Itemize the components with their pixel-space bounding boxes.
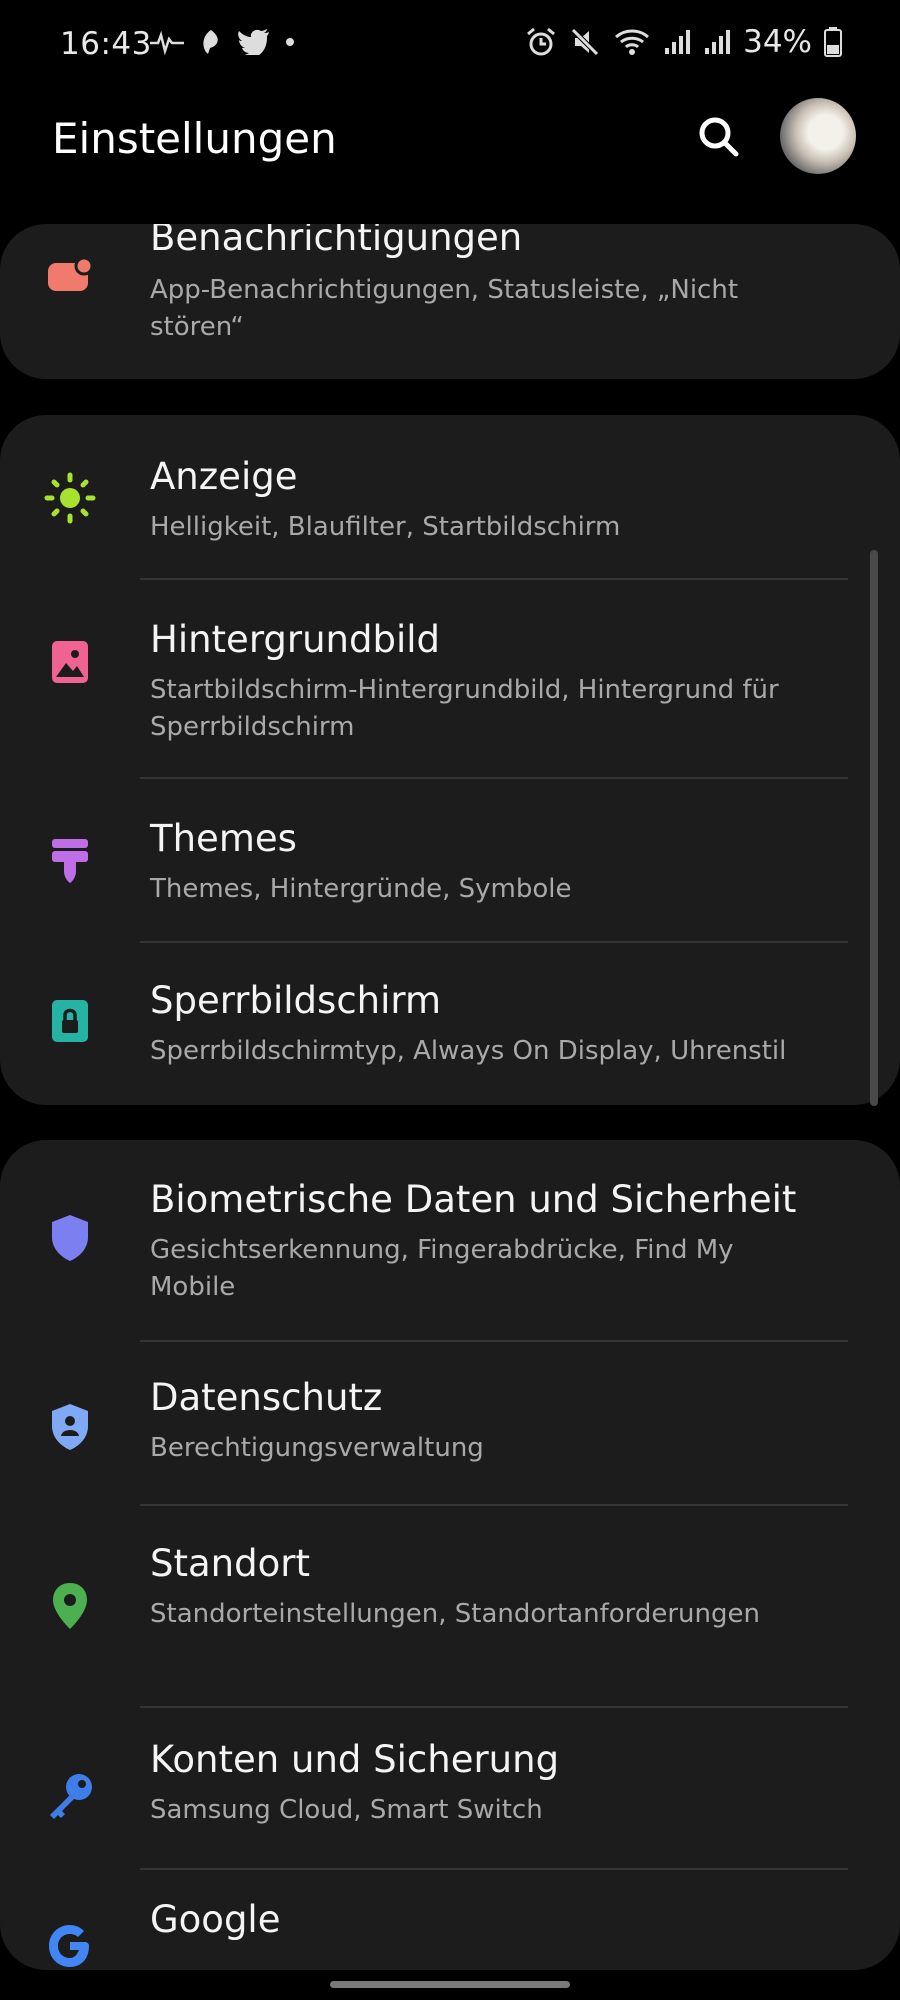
home-indicator[interactable]	[330, 1981, 570, 1988]
settings-item-title: Sperrbildschirm	[150, 979, 441, 1022]
privacy-shield-icon	[44, 1401, 96, 1453]
settings-item-title: Hintergrundbild	[150, 618, 441, 661]
sun-icon	[44, 472, 96, 524]
settings-item-subtitle: Sperrbildschirmtyp, Always On Display, U…	[150, 1036, 787, 1066]
pulse-icon	[150, 30, 184, 55]
signal-icon	[705, 30, 731, 54]
settings-item-subtitle: Helligkeit, Blaufilter, Startbildschirm	[150, 512, 621, 542]
status-bar: 16:43 34%	[0, 0, 900, 92]
settings-item-subtitle: App-Benachrichtigungen, Statusleiste, „N…	[150, 275, 739, 342]
dot-icon	[286, 38, 294, 46]
wallpaper-icon	[44, 636, 96, 688]
settings-item-title: Benachrichtigungen	[150, 224, 523, 259]
wifi-icon	[615, 29, 650, 55]
settings-item-anzeige[interactable]: Anzeige Helligkeit, Blaufilter, Startbil…	[0, 415, 900, 579]
battery-level: 34%	[743, 24, 812, 60]
settings-item-subtitle: Startbildschirm-Hintergrundbild, Hinterg…	[150, 675, 779, 742]
brush-icon	[44, 834, 96, 886]
settings-group-notifications: Benachrichtigungen App-Benachrichtigunge…	[0, 224, 900, 379]
key-icon	[44, 1770, 96, 1822]
settings-item-title: Konten und Sicherung	[150, 1738, 560, 1781]
lock-icon	[44, 995, 96, 1047]
settings-item-subtitle: Standorteinstellungen, Standortanforderu…	[150, 1599, 760, 1629]
shield-icon	[44, 1212, 96, 1264]
battery-icon	[824, 27, 842, 57]
settings-group-security: Biometrische Daten und Sicherheit Gesich…	[0, 1140, 900, 1970]
avatar[interactable]	[780, 98, 856, 174]
search-icon[interactable]	[694, 112, 744, 162]
settings-item-benachrichtigungen[interactable]: Benachrichtigungen App-Benachrichtigunge…	[0, 224, 900, 379]
settings-item-standort[interactable]: Standort Standorteinstellungen, Standort…	[0, 1506, 900, 1706]
settings-item-title: Standort	[150, 1542, 310, 1585]
settings-item-konten[interactable]: Konten und Sicherung Samsung Cloud, Smar…	[0, 1708, 900, 1870]
settings-item-title: Datenschutz	[150, 1376, 383, 1419]
signal-icon	[665, 30, 691, 54]
google-icon	[44, 1920, 96, 1970]
alarm-icon	[527, 27, 556, 56]
settings-group-display: Anzeige Helligkeit, Blaufilter, Startbil…	[0, 415, 900, 1105]
settings-item-subtitle: Samsung Cloud, Smart Switch	[150, 1795, 543, 1825]
notification-icon	[44, 251, 96, 303]
settings-item-title: Anzeige	[150, 455, 298, 498]
settings-item-datenschutz[interactable]: Datenschutz Berechtigungsverwaltung	[0, 1342, 900, 1504]
feather-icon	[203, 30, 218, 54]
scrollbar[interactable]	[870, 550, 878, 1106]
settings-item-hintergrundbild[interactable]: Hintergrundbild Startbildschirm-Hintergr…	[0, 580, 900, 778]
twitter-icon	[238, 29, 269, 55]
app-header: Einstellungen	[0, 92, 900, 222]
settings-item-subtitle: Gesichtserkennung, Fingerabdrücke, Find …	[150, 1235, 734, 1302]
settings-item-title: Themes	[150, 817, 297, 860]
settings-item-sperrbildschirm[interactable]: Sperrbildschirm Sperrbildschirmtyp, Alwa…	[0, 943, 900, 1105]
settings-item-google[interactable]: Google	[0, 1870, 900, 1970]
settings-item-subtitle: Themes, Hintergründe, Symbole	[150, 874, 572, 904]
status-time: 16:43	[60, 26, 152, 62]
settings-item-title: Google	[150, 1898, 281, 1941]
location-pin-icon	[44, 1580, 96, 1632]
settings-item-themes[interactable]: Themes Themes, Hintergründe, Symbole	[0, 779, 900, 941]
settings-item-title: Biometrische Daten und Sicherheit	[150, 1178, 797, 1221]
settings-item-subtitle: Berechtigungsverwaltung	[150, 1433, 484, 1463]
settings-item-biometrie[interactable]: Biometrische Daten und Sicherheit Gesich…	[0, 1140, 900, 1340]
page-title: Einstellungen	[52, 114, 337, 163]
mute-icon	[571, 28, 599, 56]
